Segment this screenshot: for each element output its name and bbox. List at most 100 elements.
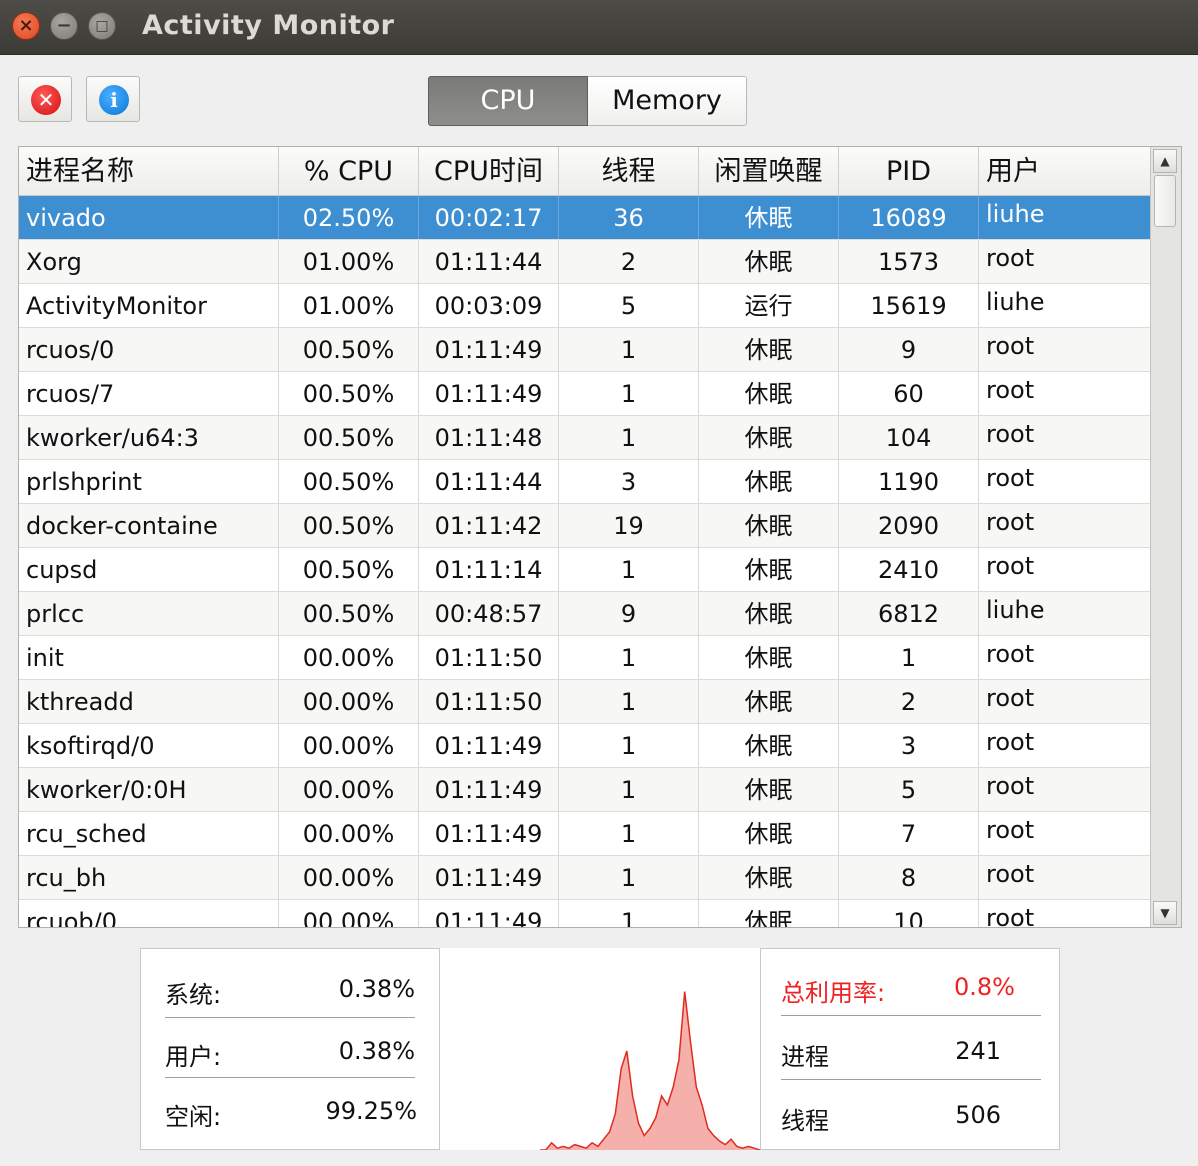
divider (165, 1077, 415, 1078)
table-row[interactable]: prlcc 00.50% 00:48:57 9 休眠 6812 liuhe (19, 592, 1151, 636)
cell-name: docker-containe (19, 504, 279, 547)
vertical-scrollbar[interactable]: ▲ ▼ (1150, 147, 1181, 927)
cell-cpu-time: 01:11:49 (419, 856, 559, 899)
cell-idle-wakeups: 休眠 (699, 416, 839, 459)
table-row[interactable]: kworker/u64:3 00.50% 01:11:48 1 休眠 104 root (19, 416, 1151, 460)
cell-idle-wakeups: 休眠 (699, 768, 839, 811)
cell-user: root (986, 684, 1035, 712)
cell-cpu-percent: 00.00% (279, 856, 419, 899)
idle-value: 99.25% (325, 1097, 417, 1125)
cell-user: root (986, 904, 1035, 928)
cell-cpu-percent: 00.00% (279, 900, 419, 927)
cell-name: vivado (19, 196, 279, 239)
cell-cpu-time: 01:11:42 (419, 504, 559, 547)
tab-cpu[interactable]: CPU (428, 76, 588, 126)
cell-idle-wakeups: 休眠 (699, 636, 839, 679)
cell-name: rcuos/7 (19, 372, 279, 415)
cell-user: root (986, 508, 1035, 536)
cell-name: ActivityMonitor (19, 284, 279, 327)
column-header-cpu-percent[interactable]: % CPU (279, 147, 419, 195)
cell-user: root (986, 332, 1035, 360)
table-row[interactable]: cupsd 00.50% 01:11:14 1 休眠 2410 root (19, 548, 1151, 592)
column-header-idle-wakeups[interactable]: 闲置唤醒 (699, 147, 839, 195)
table-row[interactable]: rcuob/0 00.00% 01:11:49 1 休眠 10 root (19, 900, 1151, 928)
table-row[interactable]: rcu_sched 00.00% 01:11:49 1 休眠 7 root (19, 812, 1151, 856)
idle-label: 空闲: (165, 1103, 222, 1131)
cell-user: root (986, 420, 1035, 448)
cpu-history-area (540, 991, 760, 1150)
cell-threads: 3 (559, 460, 699, 503)
column-header-user[interactable]: 用户 (979, 147, 1151, 195)
cell-cpu-percent: 01.00% (279, 240, 419, 283)
processes-value: 241 (955, 1037, 1001, 1065)
cell-cpu-time: 00:03:09 (419, 284, 559, 327)
cell-user: root (986, 860, 1035, 888)
cell-cpu-time: 01:11:49 (419, 900, 559, 927)
cell-pid: 2 (839, 680, 979, 723)
table-row[interactable]: prlshprint 00.50% 01:11:44 3 休眠 1190 root (19, 460, 1151, 504)
processes-label: 进程 (781, 1043, 829, 1071)
table-row[interactable]: rcuos/7 00.50% 01:11:49 1 休眠 60 root (19, 372, 1151, 416)
cell-cpu-percent: 00.50% (279, 548, 419, 591)
table-row[interactable]: docker-containe 00.50% 01:11:42 19 休眠 2090 roo… (19, 504, 1151, 548)
cell-cpu-percent: 01.00% (279, 284, 419, 327)
table-row[interactable]: rcu_bh 00.00% 01:11:49 1 休眠 8 root (19, 856, 1151, 900)
threads-label: 线程 (781, 1107, 829, 1135)
scroll-down-arrow-icon[interactable]: ▼ (1153, 901, 1177, 925)
cell-idle-wakeups: 休眠 (699, 460, 839, 503)
table-row[interactable]: ksoftirqd/0 00.00% 01:11:49 1 休眠 3 root (19, 724, 1151, 768)
system-value: 0.38% (338, 975, 415, 1003)
cell-cpu-percent: 00.00% (279, 768, 419, 811)
maximize-window-button[interactable]: □ (88, 12, 116, 40)
cell-pid: 60 (839, 372, 979, 415)
table-row[interactable]: kthreadd 00.00% 01:11:50 1 休眠 2 root (19, 680, 1151, 724)
cell-cpu-percent: 00.50% (279, 592, 419, 635)
cell-cpu-percent: 00.50% (279, 416, 419, 459)
cell-pid: 1190 (839, 460, 979, 503)
cell-name: kthreadd (19, 680, 279, 723)
kill-process-button[interactable]: ✕ (18, 76, 72, 122)
window-title: Activity Monitor (142, 10, 395, 41)
column-header-name[interactable]: 进程名称 (19, 147, 279, 195)
cell-threads: 1 (559, 680, 699, 723)
cpu-history-line (540, 991, 761, 1151)
column-header-pid[interactable]: PID (839, 147, 979, 195)
cell-cpu-time: 00:48:57 (419, 592, 559, 635)
cell-cpu-time: 01:11:49 (419, 328, 559, 371)
table-row[interactable]: rcuos/0 00.50% 01:11:49 1 休眠 9 root (19, 328, 1151, 372)
scrollbar-thumb[interactable] (1154, 175, 1176, 227)
cell-threads: 1 (559, 636, 699, 679)
table-row[interactable]: kworker/0:0H 00.00% 01:11:49 1 休眠 5 root (19, 768, 1151, 812)
cell-pid: 10 (839, 900, 979, 927)
cell-idle-wakeups: 休眠 (699, 856, 839, 899)
process-info-button[interactable]: i (86, 76, 140, 122)
cell-user: root (986, 816, 1035, 844)
cell-user: root (986, 772, 1035, 800)
cell-name: rcu_sched (19, 812, 279, 855)
table-row[interactable]: vivado 02.50% 00:02:17 36 休眠 16089 liuhe (19, 196, 1151, 240)
column-header-threads[interactable]: 线程 (559, 147, 699, 195)
cell-pid: 7 (839, 812, 979, 855)
cell-user: liuhe (986, 288, 1045, 316)
cell-user: root (986, 640, 1035, 668)
cell-name: rcuob/0 (19, 900, 279, 927)
cell-user: liuhe (986, 200, 1045, 228)
table-row[interactable]: Xorg 01.00% 01:11:44 2 休眠 1573 root (19, 240, 1151, 284)
tab-memory[interactable]: Memory (588, 76, 747, 126)
cell-cpu-percent: 02.50% (279, 196, 419, 239)
table-row[interactable]: ActivityMonitor 01.00% 00:03:09 5 运行 15619 liu… (19, 284, 1151, 328)
cell-cpu-time: 01:11:44 (419, 460, 559, 503)
cell-name: prlcc (19, 592, 279, 635)
cell-cpu-percent: 00.50% (279, 460, 419, 503)
column-header-cpu-time[interactable]: CPU时间 (419, 147, 559, 195)
cell-idle-wakeups: 休眠 (699, 724, 839, 767)
cell-idle-wakeups: 休眠 (699, 372, 839, 415)
scroll-up-arrow-icon[interactable]: ▲ (1153, 149, 1177, 173)
close-window-button[interactable]: × (12, 12, 40, 40)
table-row[interactable]: init 00.00% 01:11:50 1 休眠 1 root (19, 636, 1151, 680)
cell-cpu-time: 01:11:48 (419, 416, 559, 459)
divider (781, 1079, 1041, 1080)
cell-threads: 1 (559, 416, 699, 459)
cell-cpu-percent: 00.00% (279, 812, 419, 855)
minimize-window-button[interactable]: − (50, 12, 78, 40)
